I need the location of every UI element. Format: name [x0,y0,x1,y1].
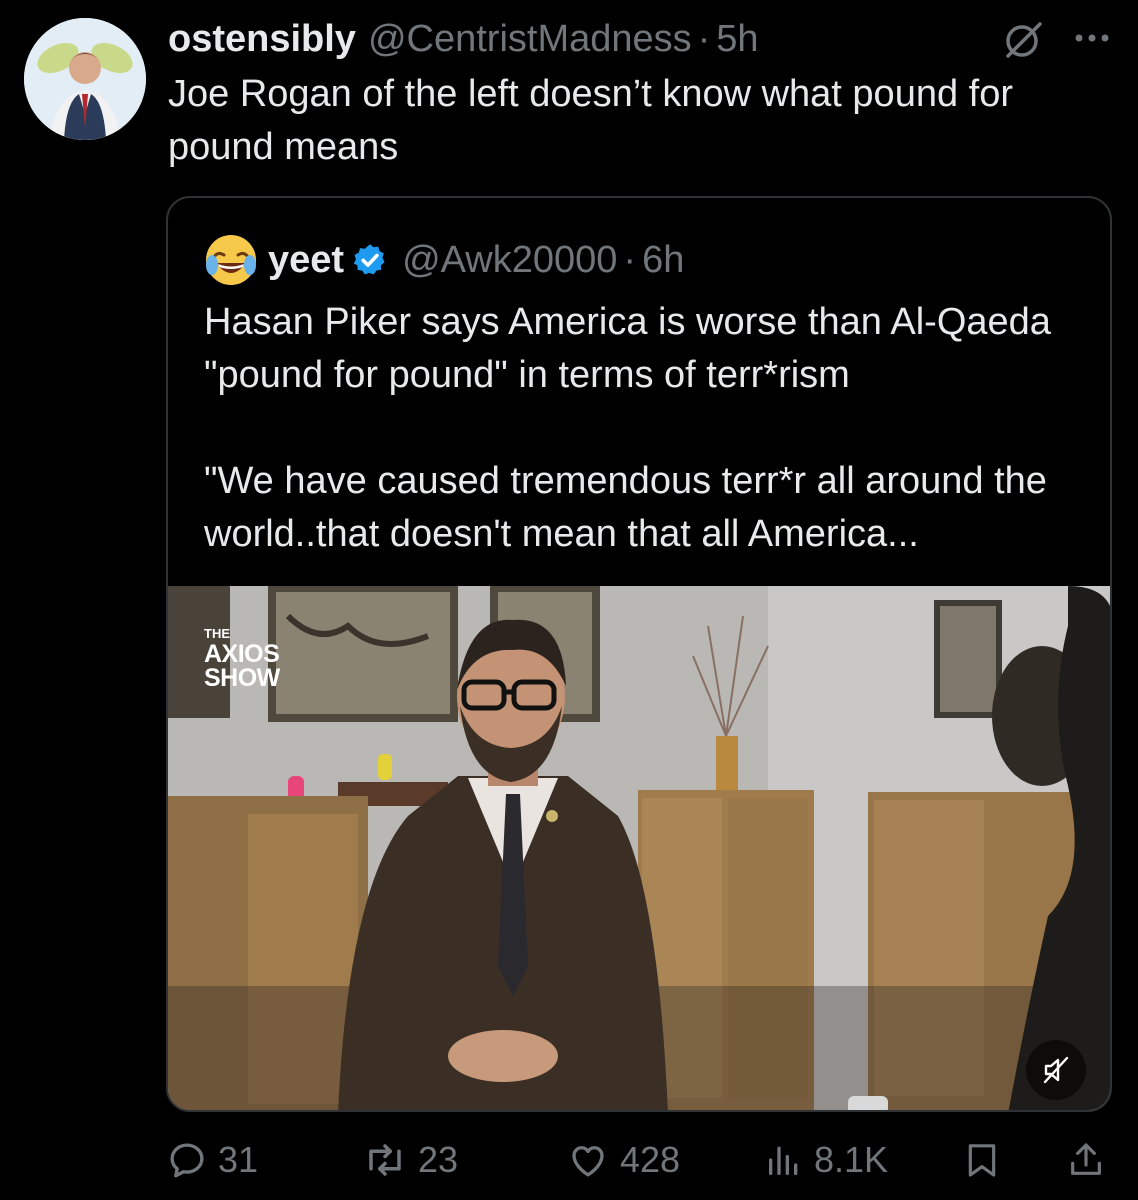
post-header: ostensibly @CentristMadness · 5h [168,14,759,64]
like-button[interactable]: 428 [566,1136,680,1184]
separator-dot: · [697,17,711,60]
show-logo-line-1: AXIOS [204,640,280,668]
quoted-post-header: yeet @Awk20000 · 6h [204,232,684,288]
mute-button[interactable] [1026,1040,1086,1100]
verified-icon [353,244,385,275]
quoted-post-time[interactable]: 6h [642,239,684,282]
views-icon [769,1146,798,1175]
repost-button[interactable]: 23 [362,1136,458,1184]
author-handle[interactable]: @CentristMadness [368,18,692,61]
action-bar: 31 23 428 8.1K [166,1136,1116,1184]
video-frame [168,586,1110,1110]
avatar-image [24,18,146,140]
more-icon[interactable] [1070,28,1114,48]
video-player[interactable]: THE AXIOS SHOW [168,586,1110,1110]
repost-icon [369,1144,401,1176]
like-icon [572,1146,604,1177]
quoted-post-paragraph: Hasan Piker says America is worse than A… [204,301,1051,396]
quoted-post-paragraph: "We have caused tremendous terr*r all ar… [204,460,1047,555]
quoted-post-text: Hasan Piker says America is worse than A… [204,296,1094,561]
separator-dot: · [623,238,637,281]
post-time[interactable]: 5h [716,18,758,61]
mute-icon [1043,1056,1069,1084]
repost-count: 23 [418,1139,459,1180]
views-count: 8.1K [814,1139,889,1180]
reply-button[interactable]: 31 [166,1136,258,1184]
bookmark-button[interactable] [962,1136,1012,1184]
show-logo-line-2: SHOW [204,664,280,692]
share-button[interactable] [1066,1136,1116,1184]
quoted-author-name[interactable]: yeet [268,239,344,282]
like-count: 428 [620,1139,681,1180]
author-name[interactable]: ostensibly [168,18,356,61]
grok-icon[interactable] [1000,20,1046,60]
views-button[interactable]: 8.1K [764,1136,888,1184]
reply-count: 31 [218,1139,259,1180]
reply-icon [170,1143,204,1178]
share-icon [1071,1143,1101,1175]
bookmark-icon [968,1144,996,1177]
quoted-post-card[interactable]: yeet @Awk20000 · 6h Hasan Piker says Ame… [166,196,1112,1112]
quoted-author-handle[interactable]: @Awk20000 [402,239,617,282]
post-text: Joe Rogan of the left doesn’t know what … [168,73,1013,168]
show-logo: THE AXIOS SHOW [204,626,280,692]
author-avatar[interactable] [24,18,146,140]
quoted-author-avatar[interactable] [204,233,258,287]
